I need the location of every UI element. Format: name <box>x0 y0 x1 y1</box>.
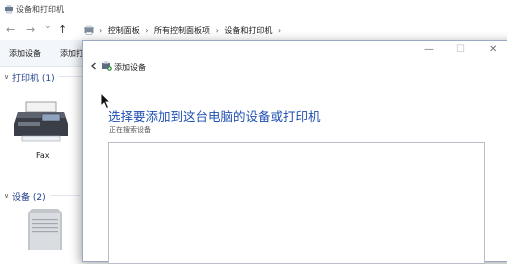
devices-printers-icon <box>5 5 13 14</box>
add-device-icon <box>102 61 112 71</box>
recent-locations-chevron-icon[interactable]: ⌄ <box>44 21 52 31</box>
up-arrow-icon[interactable]: ↑ <box>58 23 67 36</box>
devices-group-header[interactable]: 设备 (2) <box>12 190 46 203</box>
computer-tower-icon[interactable] <box>24 207 66 250</box>
breadcrumb-item-control-panel[interactable]: 控制面板 <box>108 26 140 35</box>
background-window-title: 设备和打印机 <box>16 5 64 14</box>
breadcrumb-item-devices-printers[interactable]: 设备和打印机 <box>224 26 272 35</box>
background-title-bar <box>0 0 507 20</box>
minimize-icon[interactable]: — <box>424 44 434 55</box>
breadcrumb-separator: › <box>277 26 282 35</box>
back-arrow-icon[interactable] <box>90 62 98 70</box>
breadcrumb-separator: › <box>99 26 103 35</box>
breadcrumb-separator: › <box>215 26 219 35</box>
printers-group-header[interactable]: 打印机 (1) <box>12 71 55 84</box>
fax-device-label[interactable]: Fax <box>36 151 50 160</box>
collapse-chevron-icon[interactable]: ∨ <box>4 73 9 81</box>
close-icon[interactable]: ✕ <box>489 44 497 55</box>
breadcrumb: › 控制面板 › 所有控制面板项 › 设备和打印机 › <box>96 25 284 36</box>
fax-printer-icon[interactable] <box>12 94 70 144</box>
breadcrumb-item-all-control-panel-items[interactable]: 所有控制面板项 <box>154 26 210 35</box>
breadcrumb-separator: › <box>145 26 149 35</box>
searching-status-text: 正在搜索设备 <box>109 126 151 134</box>
collapse-chevron-icon[interactable]: ∨ <box>4 192 9 200</box>
dialog-heading: 选择要添加到这台电脑的设备或打印机 <box>108 109 321 124</box>
forward-arrow-icon[interactable]: → <box>26 23 35 36</box>
device-results-list[interactable] <box>108 142 485 264</box>
maximize-icon: ☐ <box>456 44 465 55</box>
back-arrow-icon[interactable]: ← <box>6 23 15 36</box>
add-printer-button[interactable]: 添加打 <box>60 48 84 59</box>
add-device-button[interactable]: 添加设备 <box>9 48 41 59</box>
group-divider <box>50 195 80 196</box>
control-panel-icon <box>84 25 94 35</box>
dialog-title: 添加设备 <box>114 63 146 72</box>
